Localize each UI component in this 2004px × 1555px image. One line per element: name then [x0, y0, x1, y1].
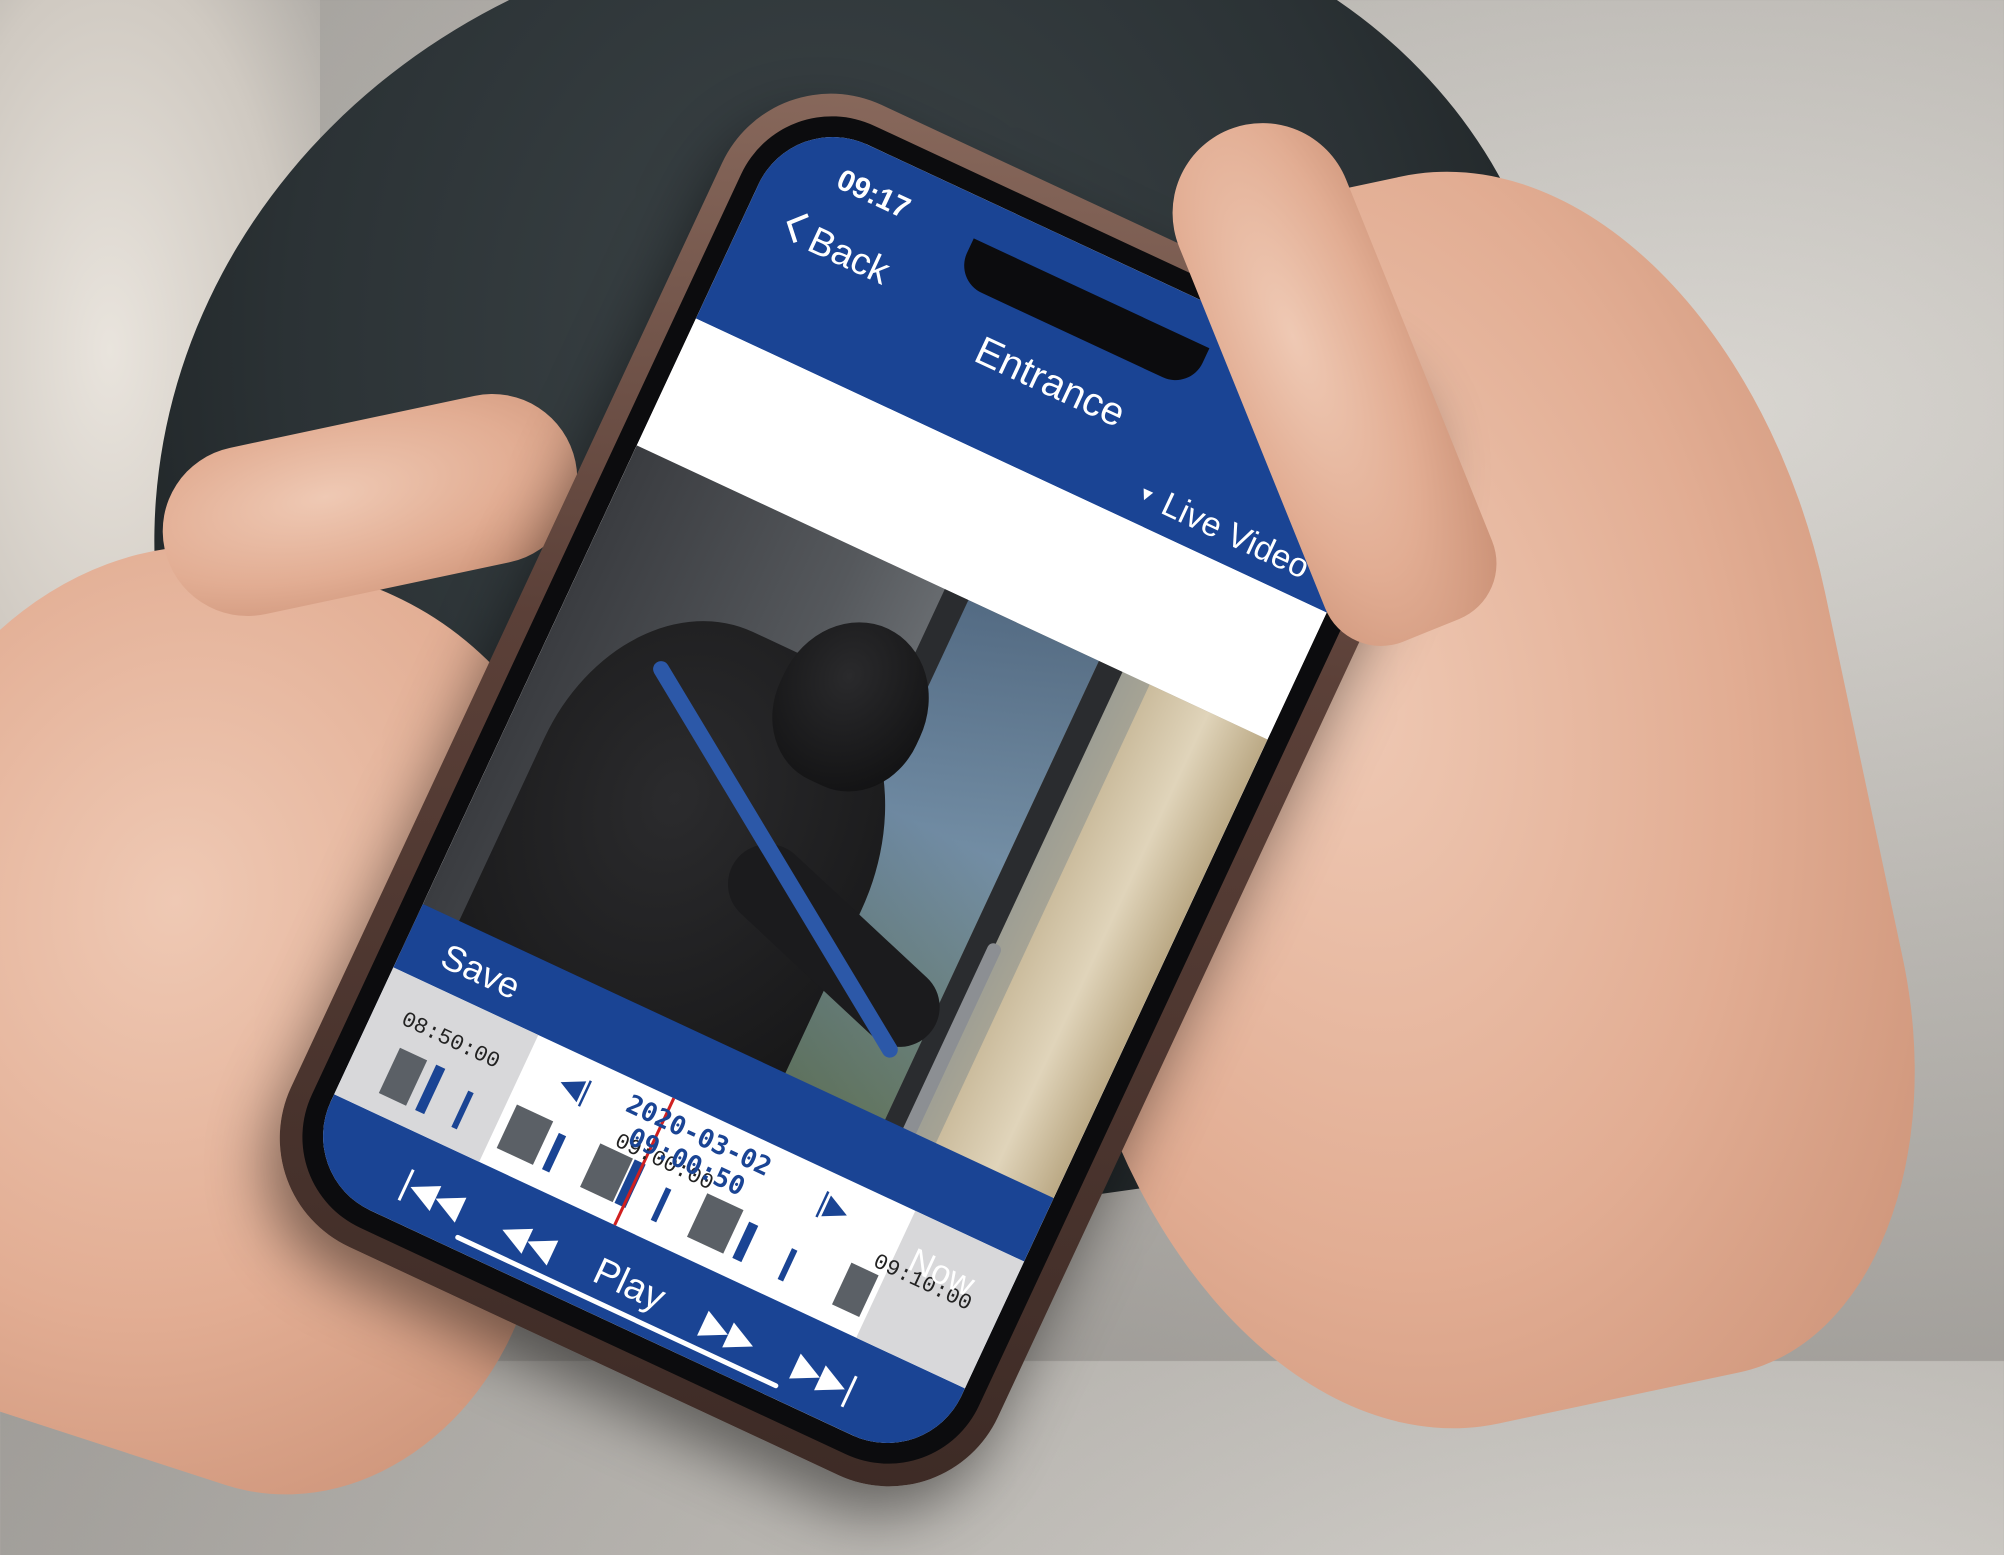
recording-segment — [686, 1193, 744, 1254]
recording-segment — [732, 1221, 759, 1263]
dropdown-triangle-icon: ▼ — [1134, 481, 1159, 508]
recording-segment — [541, 1132, 567, 1173]
current-timestamp: 2020-03-02 09:00:50 — [609, 1090, 776, 1208]
status-time: 09:17 — [831, 163, 916, 226]
recording-segment — [496, 1104, 554, 1165]
skip-to-end-icon[interactable]: ▶▶| — [787, 1344, 864, 1409]
recording-segment — [777, 1248, 798, 1282]
play-button[interactable]: Play — [586, 1250, 672, 1320]
skip-to-start-icon[interactable]: |◀◀ — [394, 1161, 471, 1226]
recording-segment — [650, 1187, 672, 1223]
step-back-icon[interactable]: ◀| — [554, 1065, 597, 1110]
step-forward-icon[interactable]: |▶ — [812, 1185, 855, 1230]
